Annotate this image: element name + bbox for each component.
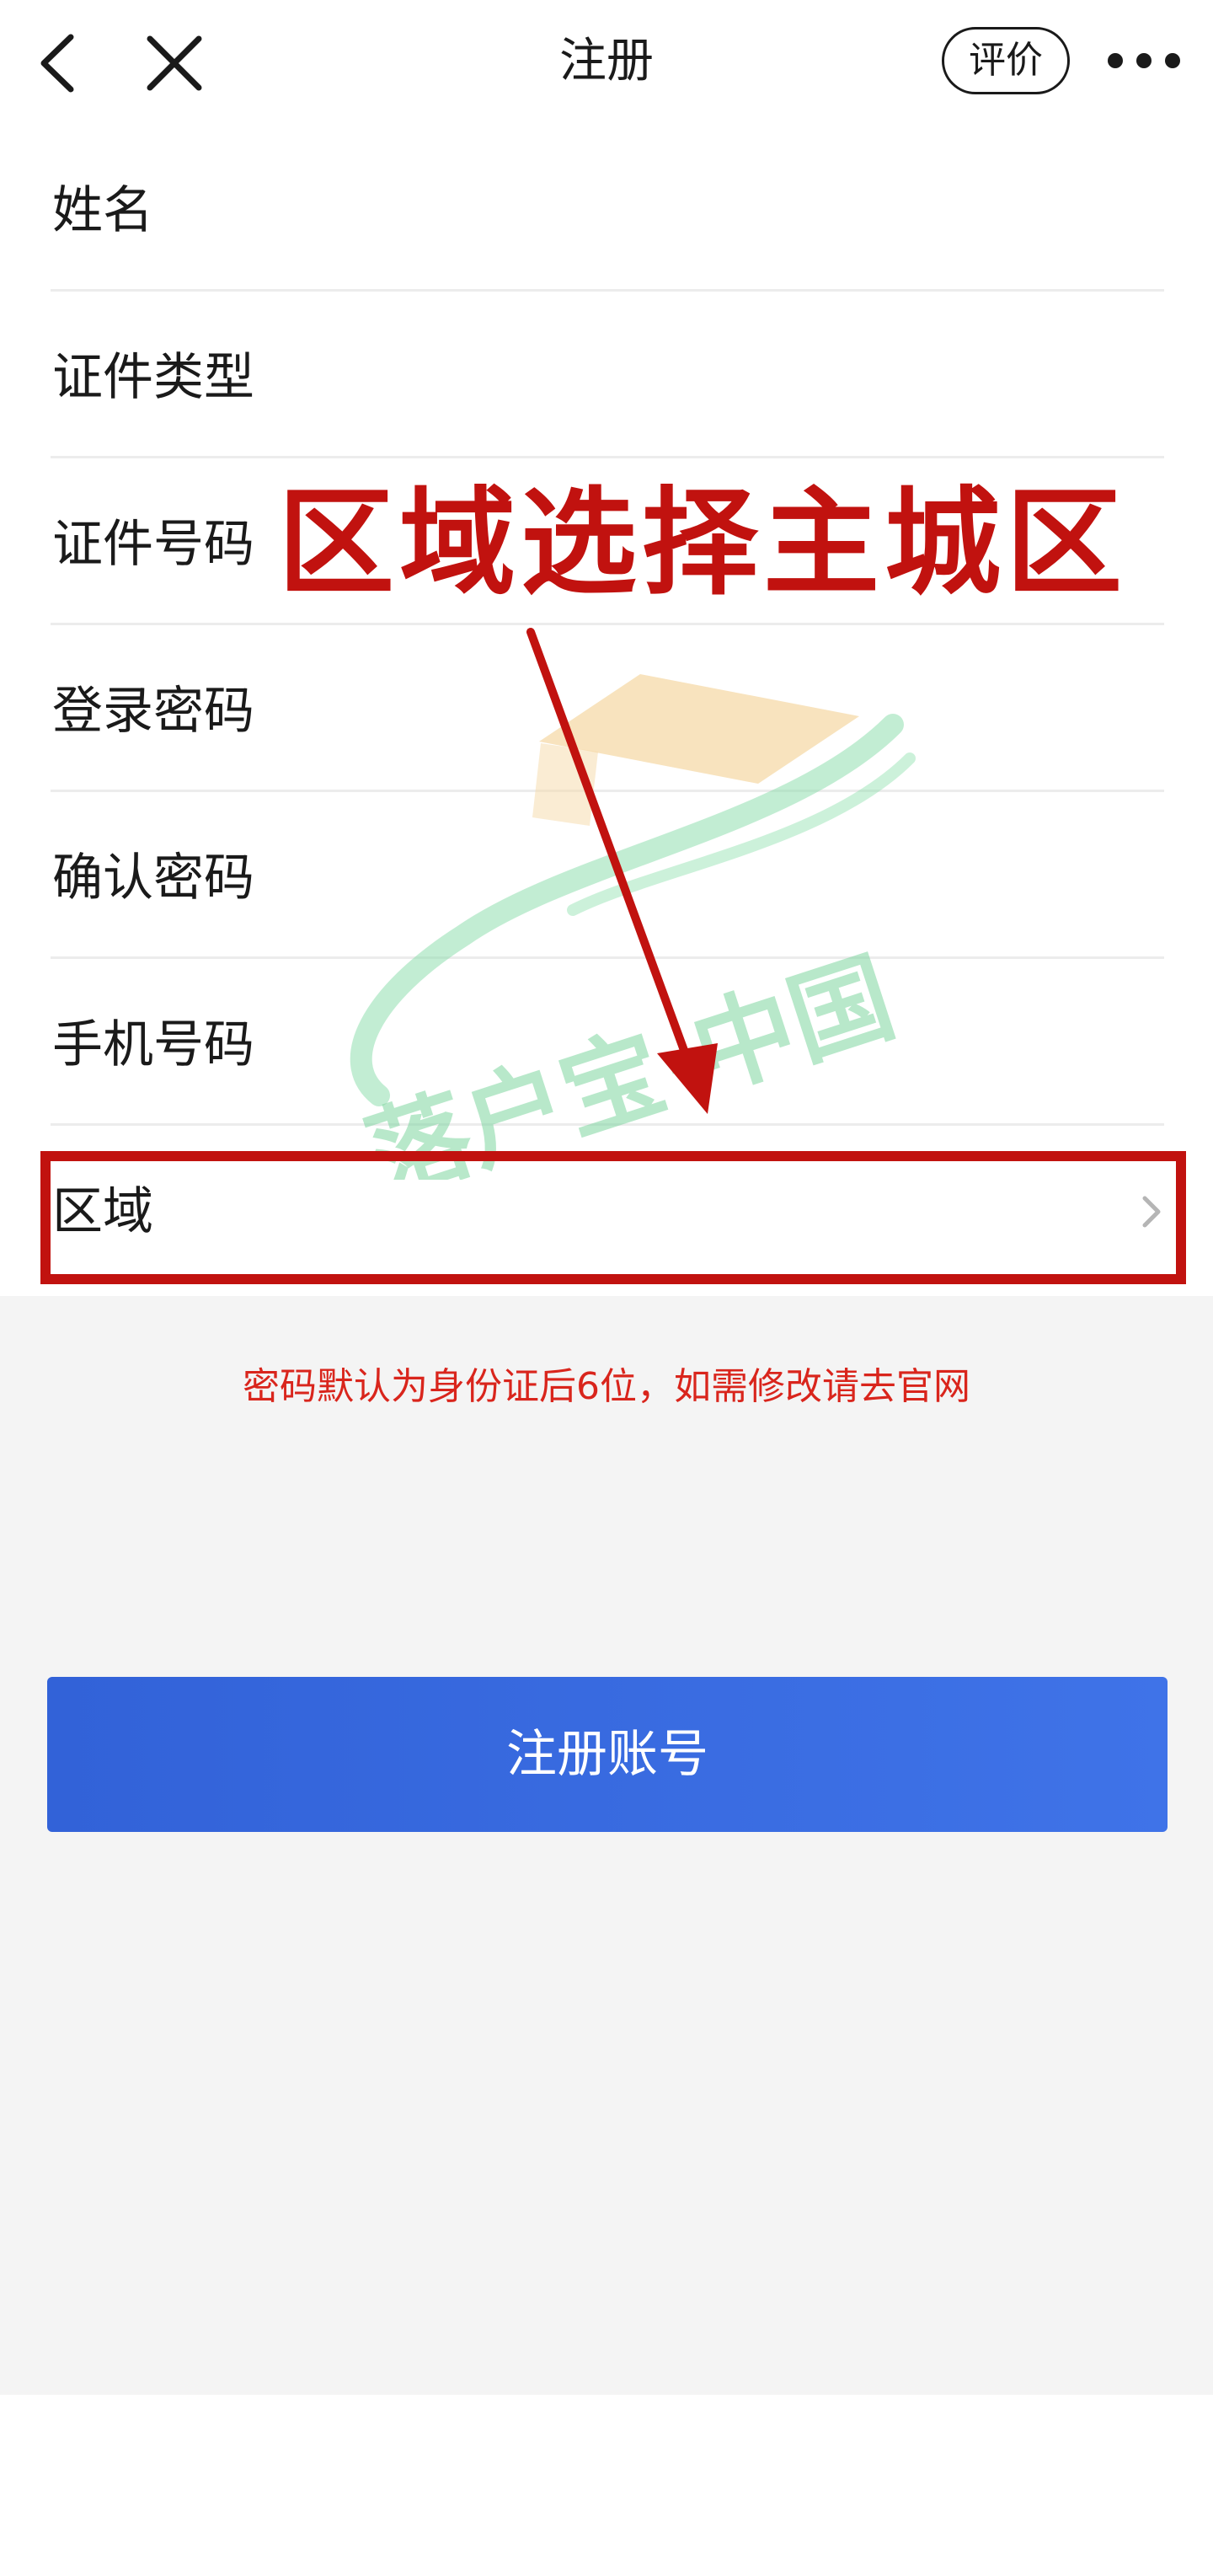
navigation-bar: 注册 评价: [0, 0, 1213, 128]
field-label-phone: 手机号码: [52, 1015, 254, 1074]
name-field[interactable]: 姓名: [51, 126, 1164, 292]
footer-area: [0, 1296, 1213, 2395]
field-label-name: 姓名: [52, 181, 153, 240]
rate-button[interactable]: 评价: [942, 27, 1070, 94]
annotation-text: 区域选择主城区: [278, 475, 1128, 611]
id-type-field[interactable]: 证件类型: [51, 293, 1164, 458]
register-button[interactable]: 注册账号: [47, 1677, 1168, 1832]
field-label-id-number: 证件号码: [52, 515, 254, 574]
page-title: 注册: [559, 34, 654, 88]
registration-form: 姓名 证件类型 证件号码 登录密码 确认密码 手机号码 区域: [0, 126, 1213, 1296]
field-label-login-password: 登录密码: [52, 682, 254, 741]
confirm-password-field[interactable]: 确认密码: [51, 794, 1164, 959]
close-icon[interactable]: [143, 32, 206, 94]
field-label-confirm-password: 确认密码: [52, 849, 254, 908]
back-arrow-icon[interactable]: [34, 32, 84, 94]
password-hint: 密码默认为身份证后6位，如需修改请去官网: [243, 1365, 970, 1408]
phone-number-field[interactable]: 手机号码: [51, 961, 1164, 1126]
login-password-field[interactable]: 登录密码: [51, 627, 1164, 792]
more-dots-icon[interactable]: [1105, 44, 1183, 78]
region-highlight-box: [40, 1151, 1186, 1284]
field-label-id-type: 证件类型: [52, 348, 254, 407]
